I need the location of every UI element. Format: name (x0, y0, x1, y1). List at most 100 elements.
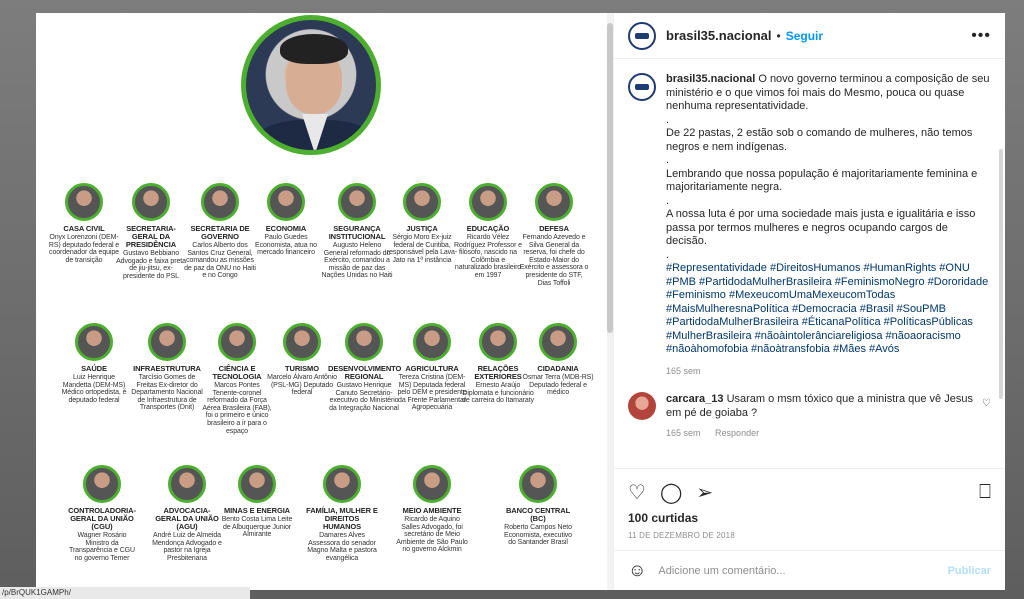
minister-ministry: SECRETARIA-GERAL DA PRESIDÊNCIA (125, 224, 177, 249)
minister-card: SEGURANÇA INSTITUCIONAL Augusto Heleno Ge… (321, 183, 393, 280)
caption-time: 165 sem (666, 365, 701, 376)
minister-photo (519, 465, 557, 503)
reply-button[interactable]: Responder (715, 428, 759, 438)
minister-ministry: DEFESA (539, 224, 569, 233)
minister-description: Paulo Guedes Economista, atua no mercado… (255, 234, 317, 257)
minister-description: Osmar Terra (MDB-RS) Deputado federal e … (522, 374, 594, 397)
bookmark-icon[interactable]: ⎕ (979, 481, 991, 504)
minister-card: CIÊNCIA E TECNOLOGIA Marcos Pontes Tenent… (201, 323, 273, 435)
minister-description: Roberto Campos Neto Economista, executiv… (504, 524, 572, 547)
post-caption: brasil35.nacional O novo governo termino… (628, 73, 991, 378)
comment-item: carcara_13 Usaram o msm tóxico que a min… (628, 392, 991, 440)
minister-ministry: DESENVOLVIMENTO REGIONAL (328, 364, 402, 381)
caption-p4: A nossa luta é por uma sociedade mais ju… (666, 208, 976, 247)
minister-description: Ricardo de Aquino Salles Advogado, foi s… (396, 516, 468, 554)
minister-ministry: SEGURANÇA INSTITUCIONAL (328, 224, 386, 241)
caption-p2: De 22 pastas, 2 estão sob o comando de m… (666, 127, 973, 153)
post-modal: CASA CIVIL Onyx Lorenzoni (DEM-RS) deputa… (36, 13, 1005, 590)
minister-card: SAÚDE Luiz Henrique Mandetta (DEM-MS) Méd… (58, 323, 130, 404)
minister-photo (148, 323, 186, 361)
minister-description: Ricardo Vélez Rodríguez Professor e filó… (454, 234, 522, 279)
comments-scrollbar[interactable] (999, 149, 1003, 399)
minister-ministry: MINAS E ENERGIA (223, 506, 290, 515)
like-icon[interactable]: ♡ (628, 480, 646, 505)
minister-photo (535, 183, 573, 221)
minister-ministry: CASA CIVIL (63, 224, 105, 233)
minister-card: DEFESA Fernando Azevedo e Silva General d… (518, 183, 590, 287)
minister-card: DESENVOLVIMENTO REGIONAL Gustavo Henrique… (328, 323, 402, 412)
minister-description: Damares Alves Assessora do senador Magno… (307, 532, 377, 562)
minister-photo (469, 183, 507, 221)
minister-description: Carlos Alberto dos Santos Cruz General, … (184, 242, 256, 280)
post-actions: ♡ ◯ ➢ ⎕ 100 curtidas 11 DE DEZEMBRO DE 2… (614, 468, 1005, 540)
minister-ministry: CONTROLADORIA-GERAL DA UNIÃO (CGU) (68, 506, 136, 531)
minister-card: FAMÍLIA, MULHER E DIREITOS HUMANOS Damare… (306, 465, 378, 562)
minister-card: CIDADANIA Osmar Terra (MDB-RS) Deputado f… (522, 323, 594, 397)
minister-card: EDUCAÇÃO Ricardo Vélez Rodríguez Professo… (452, 183, 524, 280)
minister-photo (283, 323, 321, 361)
minister-photo (201, 183, 239, 221)
minister-description: Tereza Cristina (DEM-MS) Deputada federa… (397, 374, 467, 412)
minister-photo (75, 323, 113, 361)
minister-card: BANCO CENTRAL (BC) Roberto Campos Neto Ec… (502, 465, 574, 547)
minister-photo (83, 465, 121, 503)
minister-photo (132, 183, 170, 221)
likes-count[interactable]: 100 curtidas (628, 511, 991, 525)
minister-ministry: CIDADANIA (537, 364, 579, 373)
comments-section: brasil35.nacional O novo governo termino… (614, 59, 1005, 468)
minister-card: SECRETARIA-GERAL DA PRESIDÊNCIA Gustavo B… (115, 183, 187, 280)
minister-photo (338, 183, 376, 221)
minister-ministry: AGRICULTURA (405, 364, 459, 373)
caption-username[interactable]: brasil35.nacional (666, 73, 755, 85)
separator-dot: • (776, 28, 781, 43)
minister-ministry: SECRETARIA DE GOVERNO (190, 224, 250, 241)
account-avatar[interactable] (628, 21, 656, 50)
comment-input[interactable] (658, 564, 948, 577)
comment-composer: ☺ Publicar (614, 550, 1005, 590)
minister-card: SECRETARIA DE GOVERNO Carlos Alberto dos … (184, 183, 256, 280)
emoji-icon[interactable]: ☺ (628, 560, 646, 581)
minister-description: Fernando Azevedo e Silva General da rese… (519, 234, 589, 287)
minister-ministry: CIÊNCIA E TECNOLOGIA (212, 364, 262, 381)
caption-hashtags[interactable]: #Representatividade #DireitosHumanos #Hu… (666, 262, 991, 357)
minister-ministry: SAÚDE (81, 364, 107, 373)
commenter-username[interactable]: carcara_13 (666, 393, 724, 405)
share-icon[interactable]: ➢ (696, 480, 713, 505)
minister-photo (238, 465, 276, 503)
publish-button[interactable]: Publicar (948, 565, 991, 577)
post-image: CASA CIVIL Onyx Lorenzoni (DEM-RS) deputa… (36, 13, 613, 590)
caption-avatar[interactable] (628, 73, 656, 101)
minister-card: ADVOCACIA-GERAL DA UNIÃO (AGU) André Luiz… (151, 465, 223, 562)
commenter-avatar[interactable] (628, 392, 656, 420)
browser-status-url: /p/BrQUK1GAMPh/ (0, 587, 250, 599)
minister-description: Marcos Pontes Tenente-coronel reformado … (202, 382, 272, 435)
minister-photo (168, 465, 206, 503)
minister-ministry: FAMÍLIA, MULHER E DIREITOS HUMANOS (306, 506, 378, 531)
minister-description: Sérgio Moro Ex-juiz federal de Curitiba,… (386, 234, 458, 264)
minister-description: Augusto Heleno General reformado do Exér… (321, 242, 393, 280)
minister-description: Luiz Henrique Mandetta (DEM-MS) Médico o… (61, 374, 127, 404)
comment-icon[interactable]: ◯ (660, 480, 682, 505)
minister-card: MEIO AMBIENTE Ricardo de Aquino Salles Ad… (396, 465, 468, 554)
minister-card: INFRAESTRUTURA Tarcísio Gomes de Freitas … (131, 323, 203, 412)
minister-photo (323, 465, 361, 503)
account-username[interactable]: brasil35.nacional (666, 28, 772, 43)
post-header: brasil35.nacional • Seguir ••• (614, 13, 1005, 59)
comment-like-icon[interactable]: ♡ (982, 398, 991, 440)
minister-ministry: ADVOCACIA-GERAL DA UNIÃO (AGU) (155, 506, 219, 531)
minister-ministry: JUSTIÇA (406, 224, 438, 233)
more-options-icon[interactable]: ••• (971, 27, 991, 45)
minister-photo (479, 323, 517, 361)
minister-photo (539, 323, 577, 361)
minister-photo (218, 323, 256, 361)
follow-button[interactable]: Seguir (786, 29, 823, 43)
caption-text: brasil35.nacional O novo governo termino… (666, 73, 991, 378)
minister-card: CONTROLADORIA-GERAL DA UNIÃO (CGU) Wagner… (66, 465, 138, 562)
minister-description: André Luiz de Almeida Mendonça Advogado … (152, 532, 222, 562)
post-info-pane: brasil35.nacional • Seguir ••• brasil35.… (613, 13, 1005, 590)
minister-photo (345, 323, 383, 361)
minister-photo (413, 465, 451, 503)
minister-photo (403, 183, 441, 221)
minister-photo (413, 323, 451, 361)
minister-ministry: BANCO CENTRAL (BC) (505, 506, 571, 523)
